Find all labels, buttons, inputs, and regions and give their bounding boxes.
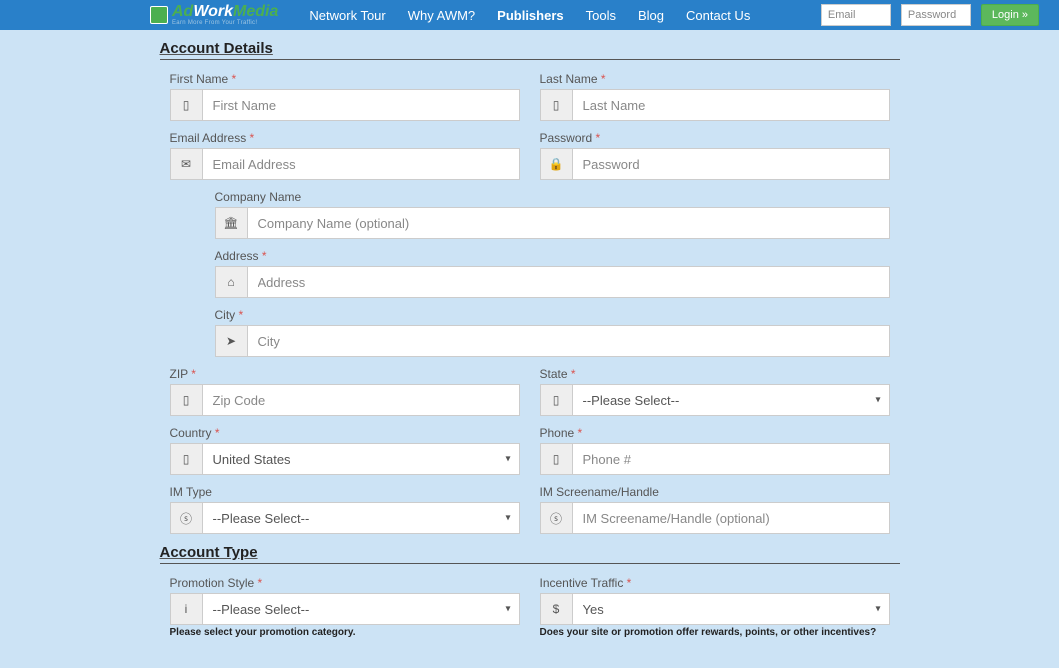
mobile-icon: ▯	[541, 90, 573, 120]
required-mark: *	[627, 576, 632, 590]
logo-ad: Ad	[172, 3, 193, 20]
state-label: State	[540, 367, 568, 381]
required-mark: *	[262, 249, 267, 263]
last-name-input[interactable]	[573, 90, 889, 120]
im-type-select[interactable]: --Please Select--	[203, 503, 519, 533]
section-account-details: Account Details	[160, 40, 900, 60]
login-email-input[interactable]	[821, 4, 891, 26]
password-label: Password	[540, 131, 593, 145]
building-icon: 🏛	[216, 208, 248, 238]
required-mark: *	[215, 426, 220, 440]
email-input[interactable]	[203, 149, 519, 179]
zip-label: ZIP	[170, 367, 188, 381]
login-password-input[interactable]	[901, 4, 971, 26]
first-name-input[interactable]	[203, 90, 519, 120]
dollar-icon: $	[541, 594, 573, 624]
top-navbar: AdWorkMedia Earn More From Your Traffic!…	[0, 0, 1059, 30]
nav-why-awm[interactable]: Why AWM?	[402, 8, 481, 23]
im-type-label: IM Type	[170, 485, 520, 499]
logo-tagline: Earn More From Your Traffic!	[172, 20, 278, 26]
location-icon: ➤	[216, 326, 248, 356]
country-label: Country	[170, 426, 212, 440]
promo-style-select[interactable]: --Please Select--	[203, 594, 519, 624]
skype-icon: ⓢ	[541, 503, 573, 533]
zip-input[interactable]	[203, 385, 519, 415]
mobile-icon: ▯	[171, 385, 203, 415]
login-button[interactable]: Login »	[981, 4, 1039, 26]
nav-tools[interactable]: Tools	[580, 8, 622, 23]
phone-label: Phone	[540, 426, 575, 440]
address-input[interactable]	[248, 267, 889, 297]
required-mark: *	[191, 367, 196, 381]
email-label: Email Address	[170, 131, 247, 145]
logo-work: Work	[193, 3, 233, 20]
required-mark: *	[232, 72, 237, 86]
promo-style-helper: Please select your promotion category.	[170, 627, 520, 638]
nav-network-tour[interactable]: Network Tour	[303, 8, 391, 23]
im-handle-label: IM Screename/Handle	[540, 485, 890, 499]
mobile-icon: ▯	[541, 444, 573, 474]
logo-media: Media	[233, 3, 278, 20]
required-mark: *	[601, 72, 606, 86]
logo-icon	[150, 6, 168, 24]
lock-icon: 🔒	[541, 149, 573, 179]
state-select[interactable]: --Please Select--	[573, 385, 889, 415]
incentive-helper: Does your site or promotion offer reward…	[540, 627, 890, 638]
phone-input[interactable]	[573, 444, 889, 474]
nav-publishers[interactable]: Publishers	[491, 8, 569, 23]
nav-contact[interactable]: Contact Us	[680, 8, 756, 23]
info-icon: i	[171, 594, 203, 624]
nav-blog[interactable]: Blog	[632, 8, 670, 23]
envelope-icon: ✉	[171, 149, 203, 179]
incentive-select[interactable]: Yes	[573, 594, 889, 624]
last-name-label: Last Name	[540, 72, 598, 86]
city-label: City	[215, 308, 236, 322]
section-account-type: Account Type	[160, 544, 900, 564]
required-mark: *	[258, 576, 263, 590]
required-mark: *	[250, 131, 255, 145]
required-mark: *	[571, 367, 576, 381]
company-label: Company Name	[215, 190, 890, 204]
im-handle-input[interactable]	[573, 503, 889, 533]
first-name-label: First Name	[170, 72, 229, 86]
mobile-icon: ▯	[541, 385, 573, 415]
password-input[interactable]	[573, 149, 889, 179]
required-mark: *	[578, 426, 583, 440]
company-input[interactable]	[248, 208, 889, 238]
promo-style-label: Promotion Style	[170, 576, 255, 590]
home-icon: ⌂	[216, 267, 248, 297]
country-select[interactable]: United States	[203, 444, 519, 474]
required-mark: *	[596, 131, 601, 145]
mobile-icon: ▯	[171, 90, 203, 120]
required-mark: *	[239, 308, 244, 322]
logo[interactable]: AdWorkMedia Earn More From Your Traffic!	[150, 4, 278, 26]
incentive-label: Incentive Traffic	[540, 576, 624, 590]
address-label: Address	[215, 249, 259, 263]
city-input[interactable]	[248, 326, 889, 356]
skype-icon: ⓢ	[171, 503, 203, 533]
mobile-icon: ▯	[171, 444, 203, 474]
